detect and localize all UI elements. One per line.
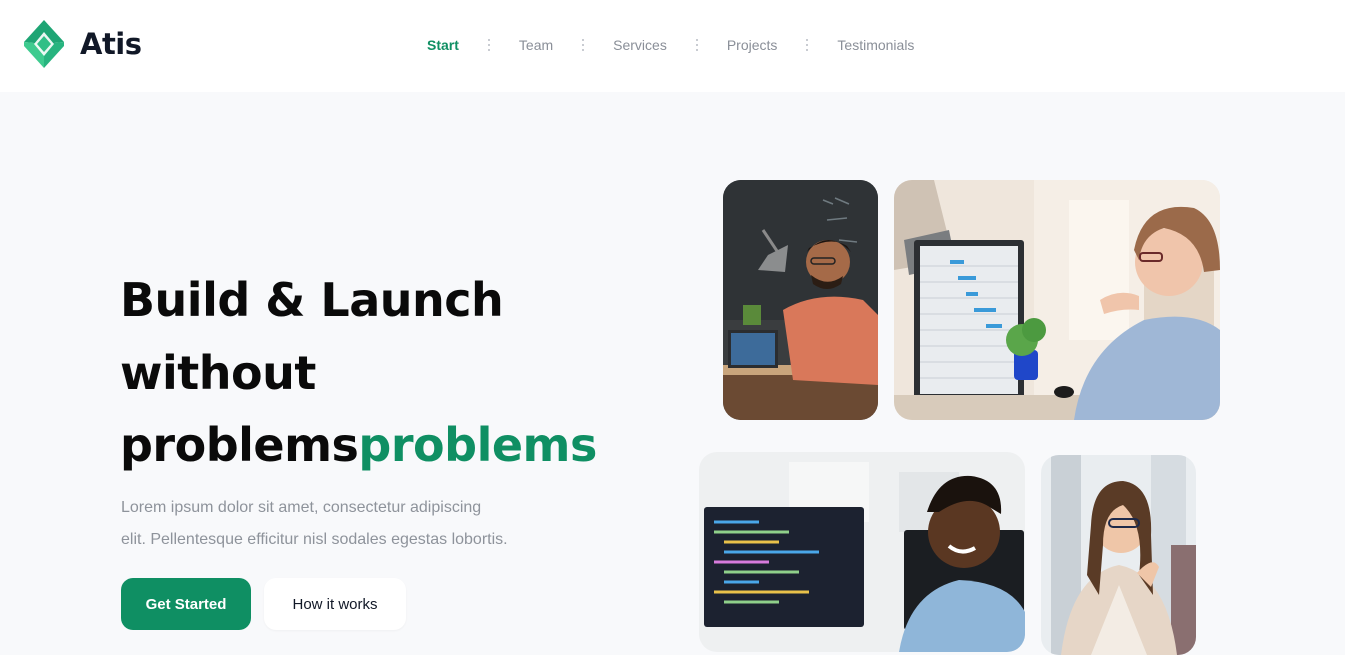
nav-separator-icon xyxy=(695,39,698,51)
headline-line-3-dark: problems xyxy=(120,418,359,472)
brand-name: Atis xyxy=(80,27,142,61)
team-photo-woman-computer xyxy=(894,180,1220,420)
nav-item-team[interactable]: Team xyxy=(519,37,553,53)
nav-separator-icon xyxy=(582,39,585,51)
how-it-works-button[interactable]: How it works xyxy=(264,578,406,630)
team-photo-man-chalkboard xyxy=(723,180,878,420)
nav-separator-icon xyxy=(487,39,490,51)
nav-item-start[interactable]: Start xyxy=(427,37,459,53)
get-started-button[interactable]: Get Started xyxy=(121,578,251,630)
nav-item-projects[interactable]: Projects xyxy=(727,37,778,53)
nav-item-testimonials[interactable]: Testimonials xyxy=(837,37,914,53)
brand-logo[interactable]: Atis xyxy=(24,20,142,68)
hero-headline: Build & Launch without problemsproblems xyxy=(120,264,640,482)
headline-line-3-accent: problems xyxy=(358,418,597,472)
hero-description: Lorem ipsum dolor sit amet, consectetur … xyxy=(121,492,521,556)
site-header: Atis Start Team Services Projects Testim… xyxy=(0,0,1345,92)
headline-line-2: without xyxy=(120,345,316,400)
nav-item-services[interactable]: Services xyxy=(613,37,667,53)
team-photo-woman-office xyxy=(1041,455,1196,655)
nav-separator-icon xyxy=(806,39,809,51)
diamond-logo-icon xyxy=(24,20,64,68)
main-nav: Start Team Services Projects Testimonial… xyxy=(427,36,914,54)
hero-description-line-2: elit. Pellentesque efficitur nisl sodale… xyxy=(121,531,508,548)
headline-line-1: Build & Launch xyxy=(120,273,504,327)
hero-description-line-1: Lorem ipsum dolor sit amet, consectetur … xyxy=(121,499,482,516)
team-photo-man-code xyxy=(699,452,1025,652)
